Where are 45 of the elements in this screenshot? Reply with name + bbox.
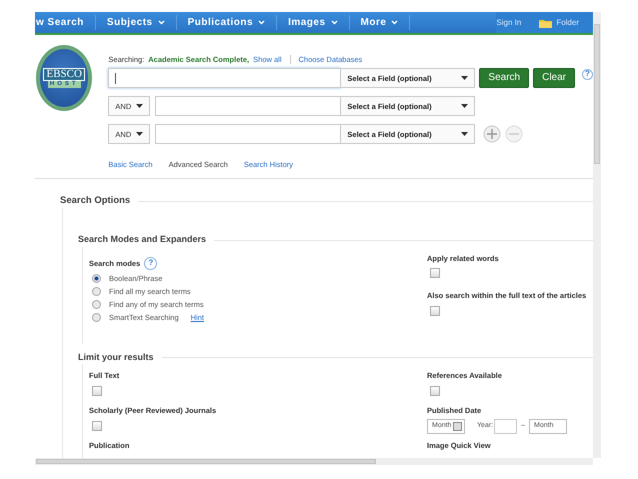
search-input[interactable] — [155, 124, 342, 144]
caret-icon — [158, 20, 165, 25]
add-row-icon[interactable] — [483, 125, 502, 144]
text-cursor — [115, 73, 116, 84]
logo-text: EBSCO — [43, 68, 85, 81]
folder-icon — [539, 18, 552, 28]
year-input[interactable] — [494, 418, 518, 434]
sign-in-link[interactable]: Sign In — [496, 16, 522, 28]
search-input[interactable] — [108, 68, 342, 88]
help-icon[interactable]: ? — [144, 256, 158, 270]
caret-icon — [391, 20, 398, 25]
checkbox[interactable] — [430, 386, 440, 396]
caret-icon — [461, 132, 468, 136]
help-icon[interactable]: ? — [582, 68, 593, 80]
nav-menu-item[interactable]: Images — [277, 15, 350, 30]
caret-icon — [136, 132, 144, 136]
nav-menu-item[interactable]: Publications — [176, 15, 278, 30]
radio-button[interactable] — [92, 300, 101, 309]
nav-menu-item[interactable]: w Search — [35, 15, 96, 30]
nav-menu-item[interactable]: More — [350, 15, 410, 30]
nav-menu-item[interactable]: Subjects — [96, 15, 177, 30]
vertical-scrollbar[interactable] — [593, 12, 601, 458]
checkbox[interactable] — [92, 386, 102, 396]
horizontal-scrollbar[interactable] — [35, 458, 593, 465]
radio-button[interactable] — [92, 274, 101, 283]
checkbox[interactable] — [430, 268, 440, 278]
caret-icon — [330, 20, 338, 25]
caret-icon — [461, 76, 468, 80]
caret-icon — [136, 104, 144, 108]
caret-icon — [461, 104, 468, 108]
search-button[interactable]: Search — [479, 68, 530, 88]
section-title: Search Modes and Expanders — [78, 233, 206, 246]
radio-button[interactable] — [92, 312, 101, 322]
remove-row-icon[interactable] — [505, 125, 524, 144]
checkbox[interactable] — [92, 420, 102, 430]
folder-link[interactable]: Folder — [539, 16, 579, 28]
scrollbar-thumb[interactable] — [594, 24, 600, 164]
checkbox[interactable] — [430, 306, 440, 316]
search-input[interactable] — [155, 96, 342, 116]
scrollbar-thumb[interactable] — [36, 459, 376, 464]
caret-icon — [258, 20, 266, 25]
clear-button[interactable]: Clear — [533, 68, 575, 88]
section-title: Search Options — [60, 194, 130, 208]
section-title: Limit your results — [78, 350, 154, 364]
radio-button[interactable] — [92, 286, 101, 296]
